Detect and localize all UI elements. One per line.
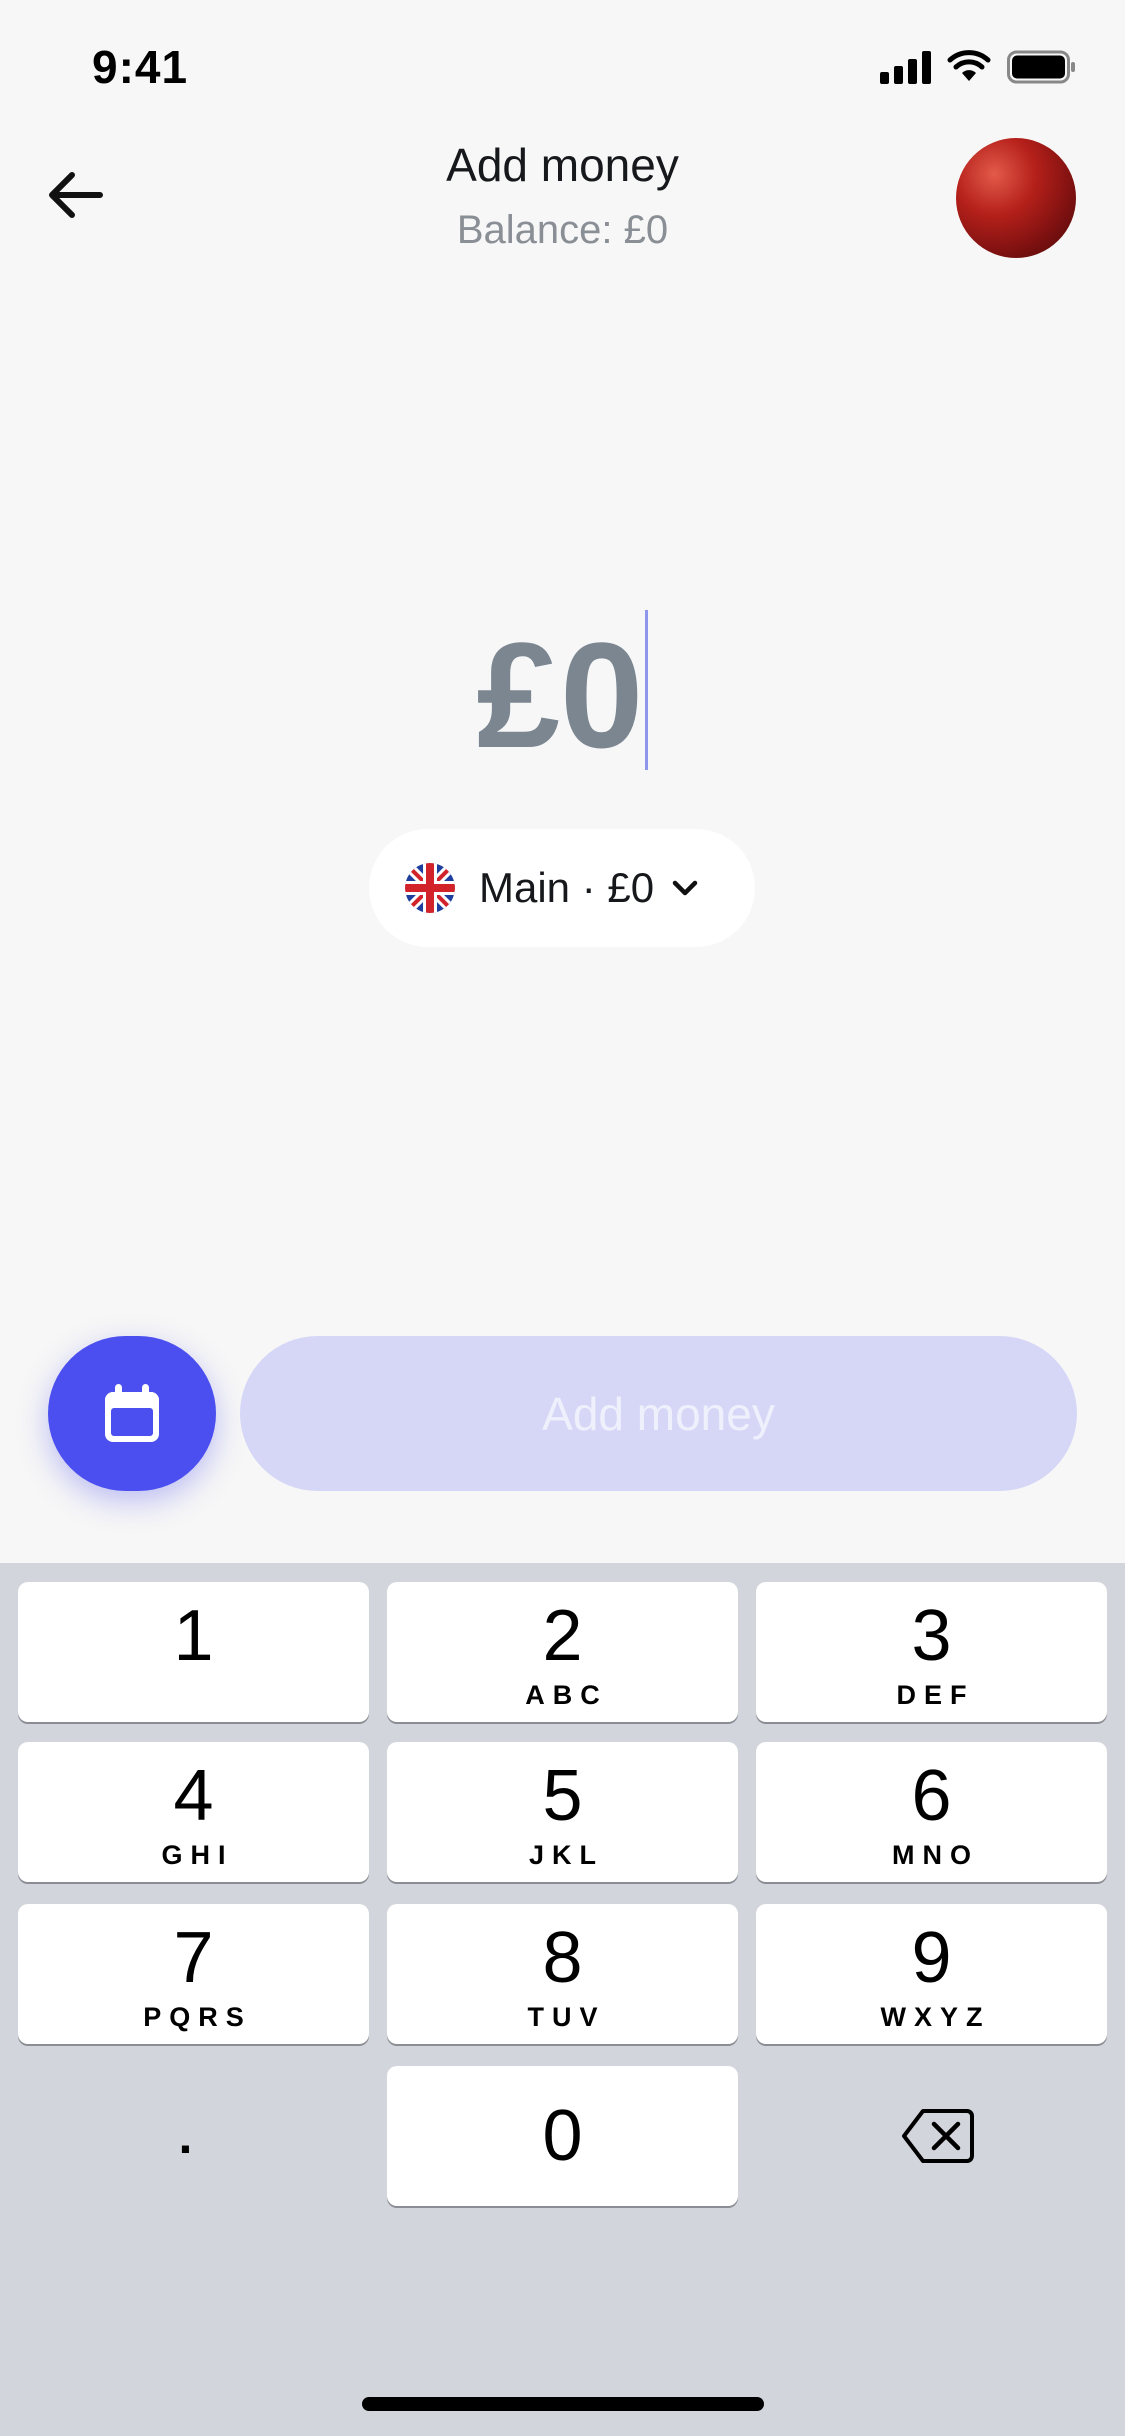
account-selector[interactable]: Main · £0 (369, 829, 755, 947)
key-8[interactable]: 8 TUV (387, 1904, 738, 2044)
key-0[interactable]: 0 (387, 2066, 738, 2206)
key-digit: 7 (173, 1918, 214, 1998)
uk-flag-icon (405, 863, 455, 913)
battery-icon (1007, 50, 1075, 84)
key-5[interactable]: 5 JKL (387, 1742, 738, 1882)
key-decimal[interactable]: . (10, 2066, 361, 2206)
text-caret (645, 610, 649, 770)
key-digit: 6 (911, 1756, 952, 1836)
calendar-icon (105, 1383, 159, 1442)
key-7[interactable]: 7 PQRS (18, 1904, 369, 2044)
home-indicator[interactable] (362, 2397, 764, 2411)
key-digit: 8 (542, 1918, 583, 1998)
key-letters: ABC (525, 1680, 608, 1710)
key-3[interactable]: 3 DEF (756, 1582, 1107, 1722)
backspace-icon (901, 2109, 974, 2163)
key-6[interactable]: 6 MNO (756, 1742, 1107, 1882)
key-letters: PQRS (143, 2002, 252, 2032)
key-9[interactable]: 9 WXYZ (756, 1904, 1107, 2044)
decimal-label: . (178, 2108, 193, 2164)
amount-input[interactable]: £0 (0, 610, 1125, 780)
key-digit: 0 (542, 2096, 583, 2176)
numeric-keypad: 1 2 ABC 3 DEF 4 GHI 5 JKL 6 MNO 7 PQRS 8… (0, 1563, 1125, 2436)
key-digit: 4 (173, 1756, 214, 1836)
key-4[interactable]: 4 GHI (18, 1742, 369, 1882)
schedule-button[interactable] (48, 1336, 216, 1491)
key-letters: WXYZ (880, 2002, 991, 2032)
page-title: Add money (446, 139, 679, 191)
key-digit: 1 (173, 1596, 214, 1676)
status-bar: 9:41 (0, 0, 1125, 132)
key-letters: TUV (527, 2002, 606, 2032)
key-letters: JKL (528, 1840, 604, 1870)
account-label: Main · £0 (479, 864, 655, 911)
amount-value: £0 (476, 611, 644, 779)
wifi-icon (947, 50, 991, 81)
signal-icon (880, 50, 931, 84)
balance-subtitle: Balance: £0 (456, 208, 669, 252)
status-time: 9:41 (92, 41, 189, 93)
chevron-down-icon (672, 880, 698, 896)
key-letters: DEF (896, 1680, 975, 1710)
key-1[interactable]: 1 (18, 1582, 369, 1722)
key-digit: 2 (542, 1596, 583, 1676)
status-icons (880, 50, 1077, 84)
key-2[interactable]: 2 ABC (387, 1582, 738, 1722)
key-digit: 5 (542, 1756, 583, 1836)
key-digit: 9 (911, 1918, 952, 1998)
avatar[interactable] (956, 138, 1076, 258)
key-letters: MNO (892, 1840, 979, 1870)
key-digit: 3 (911, 1596, 952, 1676)
key-delete[interactable] (762, 2066, 1113, 2206)
key-letters: GHI (161, 1840, 234, 1870)
add-money-button[interactable]: Add money (240, 1336, 1077, 1491)
